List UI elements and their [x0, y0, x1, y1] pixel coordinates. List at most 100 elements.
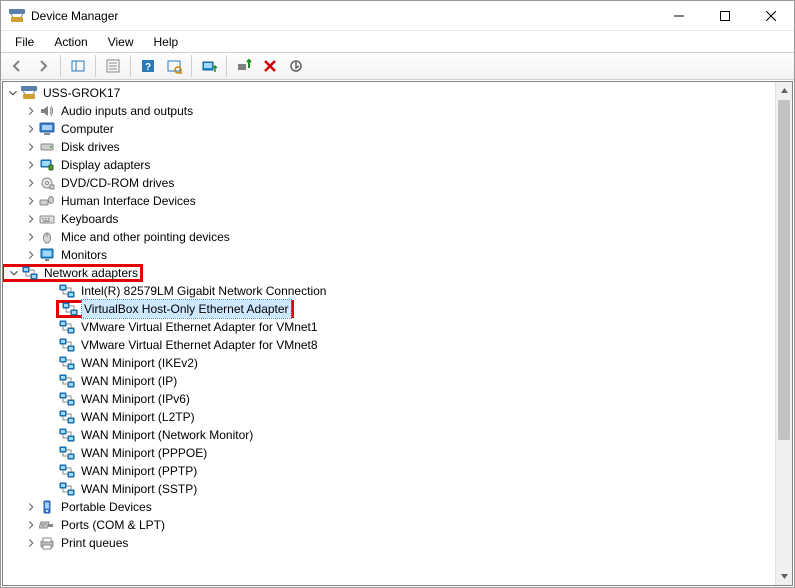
tree-root-label: USS-GROK17	[41, 84, 122, 102]
chevron-right-icon[interactable]	[23, 211, 39, 227]
svg-text:?: ?	[145, 62, 151, 73]
device-label: VirtualBox Host-Only Ethernet Adapter	[82, 300, 291, 318]
category-monitors[interactable]: Monitors	[3, 246, 775, 264]
category-display-adapters[interactable]: Display adapters	[3, 156, 775, 174]
device-label: WAN Miniport (PPPOE)	[79, 444, 209, 462]
device-wan-ipv6[interactable]: WAN Miniport (IPv6)	[3, 390, 775, 408]
category-dvd[interactable]: DVD/CD-ROM drives	[3, 174, 775, 192]
chevron-right-icon[interactable]	[23, 139, 39, 155]
device-wan-sstp[interactable]: WAN Miniport (SSTP)	[3, 480, 775, 498]
network-icon	[22, 265, 38, 281]
network-icon	[59, 481, 75, 497]
update-driver-button[interactable]	[197, 54, 221, 78]
category-portable-devices[interactable]: Portable Devices	[3, 498, 775, 516]
device-vmware-vmnet8[interactable]: VMware Virtual Ethernet Adapter for VMne…	[3, 336, 775, 354]
chevron-right-icon[interactable]	[23, 229, 39, 245]
scroll-thumb[interactable]	[778, 100, 790, 440]
chevron-right-icon[interactable]	[23, 157, 39, 173]
dvd-icon	[39, 175, 55, 191]
menu-file[interactable]: File	[7, 33, 42, 51]
display-icon	[39, 157, 55, 173]
tree-root[interactable]: USS-GROK17	[3, 84, 775, 102]
device-label: WAN Miniport (PPTP)	[79, 462, 199, 480]
device-wan-ikev2[interactable]: WAN Miniport (IKEv2)	[3, 354, 775, 372]
device-label: WAN Miniport (Network Monitor)	[79, 426, 255, 444]
category-keyboards[interactable]: Keyboards	[3, 210, 775, 228]
titlebar: Device Manager	[1, 1, 794, 31]
computer-icon	[21, 85, 37, 101]
toolbar-separator	[130, 55, 131, 77]
device-wan-pppoe[interactable]: WAN Miniport (PPPOE)	[3, 444, 775, 462]
chevron-right-icon[interactable]	[23, 175, 39, 191]
computer-icon	[39, 121, 55, 137]
device-label: WAN Miniport (IPv6)	[79, 390, 192, 408]
disable-device-button[interactable]	[284, 54, 308, 78]
category-hid[interactable]: Human Interface Devices	[3, 192, 775, 210]
maximize-button[interactable]	[702, 1, 748, 31]
chevron-down-icon[interactable]	[6, 265, 22, 281]
mouse-icon	[39, 229, 55, 245]
device-tree[interactable]: USS-GROK17 Audio inputs and outputs Comp…	[3, 82, 775, 585]
chevron-down-icon[interactable]	[5, 85, 21, 101]
vertical-scrollbar[interactable]	[775, 82, 792, 585]
device-label: WAN Miniport (SSTP)	[79, 480, 199, 498]
properties-button[interactable]	[101, 54, 125, 78]
chevron-right-icon[interactable]	[23, 535, 39, 551]
chevron-right-icon[interactable]	[23, 121, 39, 137]
category-label: Ports (COM & LPT)	[59, 516, 167, 534]
toolbar-separator	[226, 55, 227, 77]
network-icon	[59, 445, 75, 461]
close-button[interactable]	[748, 1, 794, 31]
chevron-right-icon[interactable]	[23, 103, 39, 119]
back-button[interactable]	[5, 54, 29, 78]
category-print-queues[interactable]: Print queues	[3, 534, 775, 552]
device-label: WAN Miniport (IKEv2)	[79, 354, 200, 372]
ports-icon	[39, 517, 55, 533]
network-icon	[59, 391, 75, 407]
device-wan-l2tp[interactable]: WAN Miniport (L2TP)	[3, 408, 775, 426]
device-vmware-vmnet1[interactable]: VMware Virtual Ethernet Adapter for VMne…	[3, 318, 775, 336]
window-title: Device Manager	[31, 9, 118, 23]
category-label: Audio inputs and outputs	[59, 102, 195, 120]
chevron-right-icon[interactable]	[23, 247, 39, 263]
menu-action[interactable]: Action	[46, 33, 95, 51]
category-label: Monitors	[59, 246, 109, 264]
minimize-button[interactable]	[656, 1, 702, 31]
category-disk-drives[interactable]: Disk drives	[3, 138, 775, 156]
toolbar-separator	[60, 55, 61, 77]
category-audio[interactable]: Audio inputs and outputs	[3, 102, 775, 120]
toolbar: ?	[1, 52, 794, 80]
network-icon	[59, 409, 75, 425]
chevron-right-icon[interactable]	[23, 499, 39, 515]
device-label: VMware Virtual Ethernet Adapter for VMne…	[79, 336, 320, 354]
device-wan-pptp[interactable]: WAN Miniport (PPTP)	[3, 462, 775, 480]
app-icon	[9, 8, 25, 24]
chevron-right-icon[interactable]	[23, 517, 39, 533]
category-mice[interactable]: Mice and other pointing devices	[3, 228, 775, 246]
device-intel-adapter[interactable]: Intel(R) 82579LM Gigabit Network Connect…	[3, 282, 775, 300]
help-button[interactable]: ?	[136, 54, 160, 78]
category-ports[interactable]: Ports (COM & LPT)	[3, 516, 775, 534]
show-hide-tree-button[interactable]	[66, 54, 90, 78]
forward-button[interactable]	[31, 54, 55, 78]
uninstall-device-button[interactable]	[258, 54, 282, 78]
category-label: Mice and other pointing devices	[59, 228, 232, 246]
scroll-up-button[interactable]	[776, 82, 792, 99]
network-icon	[59, 283, 75, 299]
device-wan-ip[interactable]: WAN Miniport (IP)	[3, 372, 775, 390]
device-wan-netmon[interactable]: WAN Miniport (Network Monitor)	[3, 426, 775, 444]
device-virtualbox-adapter[interactable]: VirtualBox Host-Only Ethernet Adapter	[3, 300, 775, 318]
toolbar-separator	[191, 55, 192, 77]
chevron-right-icon[interactable]	[23, 193, 39, 209]
category-label: Keyboards	[59, 210, 120, 228]
enable-device-button[interactable]	[232, 54, 256, 78]
category-computer[interactable]: Computer	[3, 120, 775, 138]
device-tree-panel: USS-GROK17 Audio inputs and outputs Comp…	[2, 81, 793, 586]
category-network-adapters[interactable]: Network adapters	[3, 264, 775, 282]
scan-hardware-button[interactable]	[162, 54, 186, 78]
keyboard-icon	[39, 211, 55, 227]
menu-help[interactable]: Help	[146, 33, 187, 51]
scroll-down-button[interactable]	[776, 568, 792, 585]
menu-view[interactable]: View	[100, 33, 142, 51]
category-label: DVD/CD-ROM drives	[59, 174, 176, 192]
